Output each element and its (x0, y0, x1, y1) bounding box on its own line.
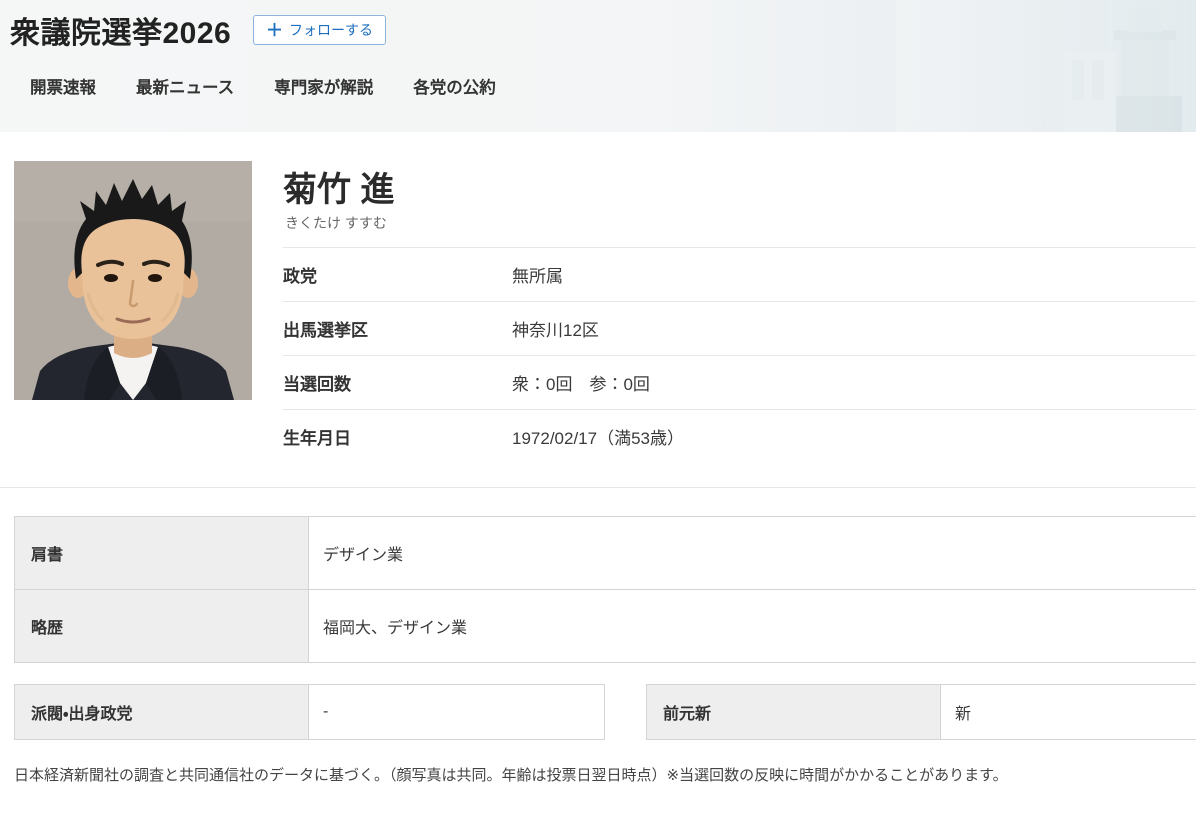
faction-table: 派閥・出身政党 - (14, 684, 605, 740)
candidate-photo (14, 161, 252, 400)
row-value: デザイン業 (309, 517, 1196, 589)
profile-row-label: 生年月日 (283, 429, 351, 448)
profile-row-birthdate: 生年月日 1972/02/17（満53歳） (283, 409, 1196, 463)
nav-item-senmonka-kaisetsu[interactable]: 専門家が解説 (274, 74, 373, 98)
row-header: 肩書 (15, 517, 309, 589)
table-row-title: 肩書 デザイン業 (15, 517, 1196, 589)
nav-item-saishin-news[interactable]: 最新ニュース (136, 74, 234, 98)
profile-rows: 政党 無所属 出馬選挙区 神奈川12区 当選回数 衆：0回 参：0回 生年月日 … (283, 247, 1196, 463)
profile-row-party: 政党 無所属 (283, 247, 1196, 301)
profile-row-label: 出馬選挙区 (283, 321, 368, 340)
row-header: 前元新 (647, 685, 941, 739)
profile-row-label: 政党 (283, 267, 317, 286)
row-value: - (309, 685, 604, 739)
profile-row-value: 1972/02/17（満53歳） (512, 429, 684, 448)
candidate-name: 菊竹 進 (283, 171, 395, 209)
follow-button-label: フォローする (289, 22, 373, 38)
candidate-furigana: きくたけ すすむ (285, 215, 387, 231)
career-table: 肩書 デザイン業 略歴 福岡大、デザイン業 (14, 516, 1196, 663)
section-divider (0, 487, 1196, 488)
profile-row-district: 出馬選挙区 神奈川12区 (283, 301, 1196, 355)
candidate-profile-page: 衆議院選挙2026 ＋ フォローする 開票速報 最新ニュース 専門家が解説 各党… (0, 0, 1196, 816)
data-source-note: 日本経済新聞社の調査と共同通信社のデータに基づく。（顔写真は共同。年齢は投票日翌… (14, 767, 1008, 784)
site-header: 衆議院選挙2026 ＋ フォローする 開票速報 最新ニュース 専門家が解説 各党… (0, 0, 1196, 132)
nav-item-kakuto-koyaku[interactable]: 各党の公約 (413, 74, 496, 98)
profile-row-value: 衆：0回 参：0回 (512, 375, 650, 394)
profile-row-label: 当選回数 (283, 375, 351, 394)
diet-building-graphic (896, 0, 1196, 132)
page-title: 衆議院選挙2026 (10, 17, 232, 50)
row-value: 新 (941, 685, 1196, 739)
profile-row-wins: 当選回数 衆：0回 参：0回 (283, 355, 1196, 409)
incumbency-table: 前元新 新 (646, 684, 1196, 740)
main-nav: 開票速報 最新ニュース 専門家が解説 各党の公約 (30, 74, 496, 98)
table-row-history: 略歴 福岡大、デザイン業 (15, 589, 1196, 662)
plus-icon: ＋ (266, 20, 283, 40)
follow-button[interactable]: ＋ フォローする (253, 15, 386, 45)
row-value: 福岡大、デザイン業 (309, 590, 1196, 662)
nav-item-kaihyo-sokuho[interactable]: 開票速報 (30, 74, 96, 98)
profile-row-value: 神奈川12区 (512, 321, 599, 340)
profile-row-value: 無所属 (512, 267, 563, 286)
row-header: 略歴 (15, 590, 309, 662)
row-header: 派閥・出身政党 (15, 685, 309, 739)
